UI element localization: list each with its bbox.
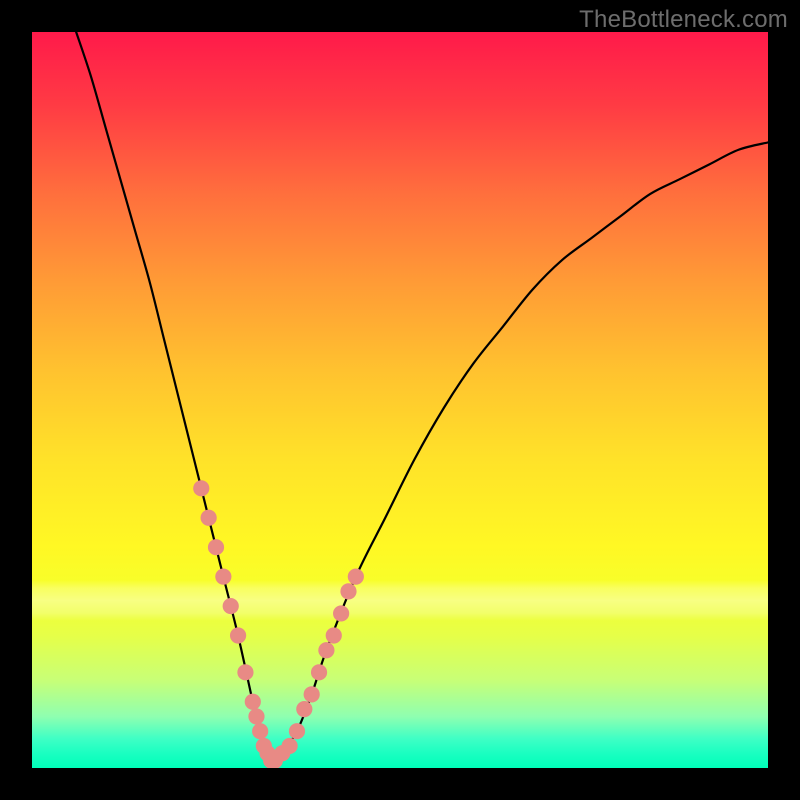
marker-dot: [208, 539, 224, 555]
marker-dot: [348, 569, 364, 585]
marker-dot: [311, 664, 327, 680]
marker-dot: [193, 480, 209, 496]
watermark-text: TheBottleneck.com: [579, 6, 788, 34]
marker-dot: [230, 627, 246, 643]
bottleneck-curve: [76, 32, 768, 761]
marker-dot: [296, 701, 312, 717]
marker-dot: [326, 627, 342, 643]
marker-dot: [289, 723, 305, 739]
marker-dot: [252, 723, 268, 739]
marker-dot: [282, 738, 298, 754]
marker-dot: [245, 694, 261, 710]
marker-dot: [333, 605, 349, 621]
curve-layer: [32, 32, 768, 768]
marker-dot: [340, 583, 356, 599]
dense-markers: [193, 480, 364, 768]
marker-dot: [215, 569, 231, 585]
marker-dot: [318, 642, 334, 658]
marker-dot: [201, 510, 217, 526]
marker-dot: [237, 664, 253, 680]
plot-area: [32, 32, 768, 768]
marker-dot: [223, 598, 239, 614]
marker-dot: [248, 708, 264, 724]
chart-frame: TheBottleneck.com: [0, 0, 800, 800]
marker-dot: [304, 686, 320, 702]
